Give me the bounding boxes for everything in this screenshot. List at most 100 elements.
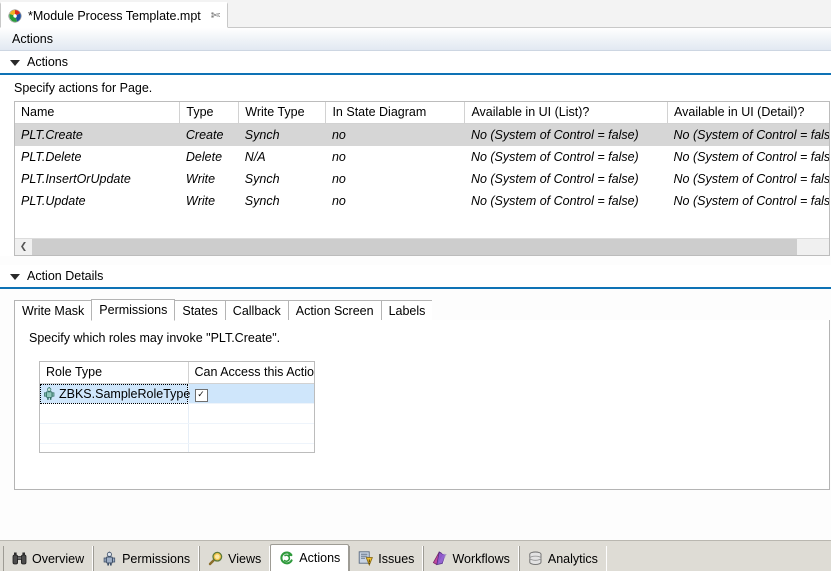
cell-type: Write: [185, 172, 216, 186]
permissions-tab-page: Specify which roles may invoke "PLT.Crea…: [14, 320, 830, 490]
column-header-role-type[interactable]: Role Type: [40, 362, 189, 384]
column-header-can-access[interactable]: Can Access this Action: [188, 362, 314, 384]
editor-tab-label: *Module Process Template.mpt: [28, 8, 201, 23]
cell-name: PLT.Update: [21, 194, 86, 208]
page-tab-bar: Overview Permissions Views Actions Issue…: [0, 540, 831, 571]
page-tab-label: Permissions: [122, 551, 191, 566]
cell-name: PLT.Delete: [21, 150, 82, 164]
role-table-row[interactable]: [40, 443, 314, 452]
tab-write-mask[interactable]: Write Mask: [14, 300, 92, 321]
cell-in-state-diagram: no: [331, 194, 346, 208]
scrollbar-thumb[interactable]: [32, 239, 798, 255]
action-details-tabfolder: Write Mask Permissions States Callback A…: [14, 299, 830, 490]
column-header-available-ui-list[interactable]: Available in UI (List)?: [464, 102, 669, 124]
page-tab-label: Actions: [299, 551, 341, 565]
eclipse-editor-window: *Module Process Template.mpt ✄ Actions A…: [0, 0, 831, 571]
cell-can-access[interactable]: [188, 403, 314, 424]
cell-role-type: [40, 443, 189, 452]
action-details-tabrow: Write Mask Permissions States Callback A…: [14, 299, 830, 321]
page-tab-permissions[interactable]: Permissions: [93, 546, 200, 571]
page-tab-label: Workflows: [452, 551, 510, 566]
table-row[interactable]: PLT.Delete Delete N/A no No (System of C…: [15, 146, 830, 168]
cell-available-ui-list: No (System of Control = false): [470, 150, 639, 164]
page-tab-issues[interactable]: Issues: [349, 546, 424, 571]
cell-write-type: Synch: [238, 123, 326, 146]
magnifier-icon: [208, 551, 223, 566]
page-tab-analytics[interactable]: Analytics: [518, 546, 607, 571]
role-table-header-row: Role Type Can Access this Action: [40, 362, 314, 384]
column-header-write-type[interactable]: Write Type: [238, 102, 327, 124]
cell-can-access[interactable]: ✓: [188, 383, 314, 404]
table-row[interactable]: PLT.Update Write Synch no No (System of …: [15, 190, 829, 212]
form-banner: Actions: [0, 28, 831, 51]
tab-labels[interactable]: Labels: [380, 300, 433, 321]
chevron-down-icon[interactable]: [10, 274, 20, 280]
cell-role-type: ZBKS.SampleRoleType: [40, 383, 191, 404]
cell-can-access[interactable]: [188, 423, 314, 444]
column-header-in-state-diagram[interactable]: In State Diagram: [325, 102, 466, 124]
tabrow-filler: [432, 300, 830, 321]
role-table-row[interactable]: [40, 403, 314, 424]
cell-write-type: Synch: [244, 194, 280, 208]
cell-available-ui-list: No (System of Control = false): [470, 172, 639, 186]
actions-table-header-row: Name Type Write Type In State Diagram Av…: [15, 102, 829, 124]
cell-can-access[interactable]: [188, 443, 314, 452]
page-tab-workflows[interactable]: Workflows: [423, 546, 519, 571]
actions-table: Name Type Write Type In State Diagram Av…: [15, 102, 830, 212]
column-header-available-ui-detail[interactable]: Available in UI (Detail)?: [667, 102, 829, 124]
cell-available-ui-list: No (System of Control = false): [464, 123, 668, 146]
actions-section-body: Specify actions for Page. Name Type Writ…: [0, 75, 831, 256]
issues-icon: [358, 551, 374, 567]
role-type-icon: [44, 387, 55, 400]
cell-in-state-diagram: no: [331, 172, 346, 186]
workflows-icon: [432, 551, 447, 566]
actions-table-container: Name Type Write Type In State Diagram Av…: [14, 101, 830, 256]
page-tab-label: Analytics: [547, 551, 598, 566]
can-access-checkbox[interactable]: ✓: [194, 388, 208, 402]
chevron-down-icon[interactable]: [10, 60, 20, 66]
cell-available-ui-detail: No (System of Control = false): [673, 150, 830, 164]
section-header-actions[interactable]: Actions: [0, 51, 831, 73]
tab-states[interactable]: States: [175, 300, 225, 321]
role-table-row[interactable]: ZBKS.SampleRoleType ✓: [40, 383, 314, 404]
editor-tab-module-process-template[interactable]: *Module Process Template.mpt ✄: [0, 2, 228, 28]
column-header-name[interactable]: Name: [15, 102, 181, 124]
cell-type: Write: [185, 194, 216, 208]
tab-action-screen[interactable]: Action Screen: [287, 300, 381, 321]
swirl-icon: [279, 550, 294, 566]
page-tab-views[interactable]: Views: [199, 546, 271, 571]
page-title: Actions: [12, 32, 53, 46]
section-divider-action-details: [0, 287, 831, 289]
editor-tab-strip: *Module Process Template.mpt ✄: [0, 0, 831, 28]
page-tab-actions[interactable]: Actions: [270, 544, 350, 571]
column-header-type[interactable]: Type: [179, 102, 240, 124]
database-icon: [528, 551, 543, 566]
section-header-action-details[interactable]: Action Details: [0, 265, 831, 287]
page-tab-label: Overview: [32, 551, 85, 566]
section-label-action-details: Action Details: [27, 269, 104, 283]
section-label-actions: Actions: [27, 55, 68, 69]
tab-permissions[interactable]: Permissions: [91, 299, 176, 321]
close-icon[interactable]: ✄: [211, 10, 220, 21]
scrollbar-track[interactable]: [32, 239, 829, 255]
cell-role-type: [40, 423, 189, 444]
scroll-left-icon[interactable]: ❮: [15, 239, 32, 255]
tab-callback[interactable]: Callback: [224, 300, 288, 321]
table-row[interactable]: PLT.Create Create Synch no No (System of…: [15, 123, 829, 146]
page-tab-label: Views: [228, 551, 262, 566]
cell-name: PLT.InsertOrUpdate: [21, 172, 131, 186]
role-type-table: Role Type Can Access this Action ZBKS.Sa…: [40, 362, 314, 452]
role-type-label: ZBKS.SampleRoleType: [59, 386, 191, 401]
cell-type: Delete: [185, 150, 223, 164]
table-row[interactable]: PLT.InsertOrUpdate Write Synch no No (Sy…: [15, 168, 829, 190]
page-tab-overview[interactable]: Overview: [3, 546, 94, 571]
role-table-row[interactable]: [40, 423, 314, 444]
cell-write-type: Synch: [244, 172, 280, 186]
binoculars-icon: [12, 551, 27, 566]
cell-write-type: N/A: [244, 150, 266, 164]
cell-in-state-diagram: no: [331, 150, 346, 164]
horizontal-scrollbar[interactable]: ❮: [15, 238, 829, 255]
role-type-table-container: Role Type Can Access this Action ZBKS.Sa…: [39, 361, 315, 453]
cell-type: Create: [179, 123, 239, 146]
cell-available-ui-list: No (System of Control = false): [470, 194, 639, 208]
